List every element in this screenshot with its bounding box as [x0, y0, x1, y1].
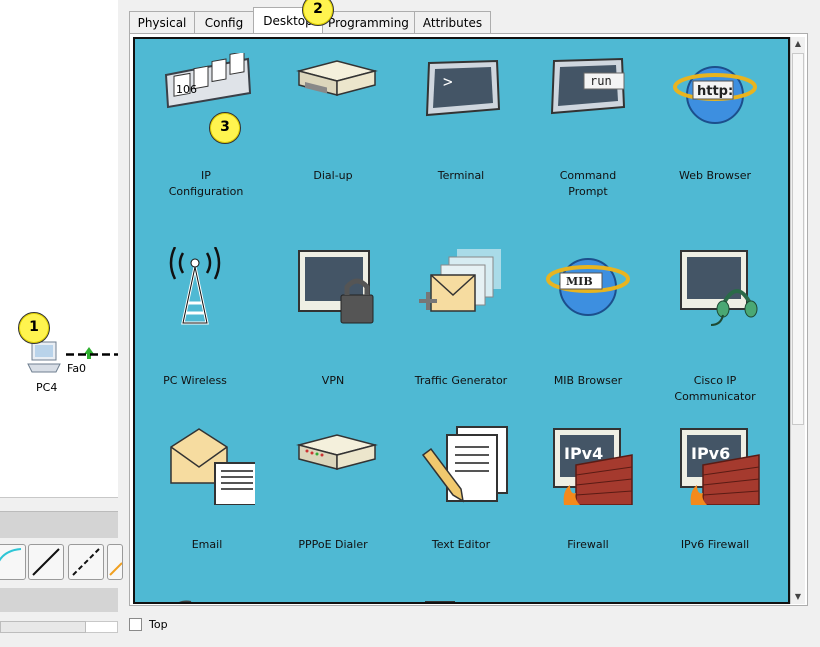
email-icon [170, 428, 260, 506]
pc-device-icon[interactable] [26, 340, 62, 374]
tab-programming[interactable]: Programming [322, 11, 415, 33]
top-checkbox-label: Top [149, 618, 168, 631]
svg-text:106: 106 [176, 83, 197, 96]
pppoe-dialer-icon [296, 434, 378, 470]
app-label: Terminal [437, 169, 485, 182]
partial-app-icon [179, 600, 192, 602]
tab-config[interactable]: Config [194, 11, 254, 33]
svg-text:IPv6: IPv6 [691, 444, 730, 463]
app-label: IP Configuration [168, 169, 244, 198]
app-label: MIB Browser [553, 374, 623, 387]
scroll-up-arrow[interactable]: ▲ [793, 39, 803, 49]
app-terminal[interactable]: > Terminal [401, 53, 521, 184]
app-label: PPPoE Dialer [298, 538, 368, 551]
svg-text:run: run [590, 74, 612, 88]
headset-icon [680, 250, 758, 326]
crossover-cable-tool[interactable] [68, 544, 104, 580]
curved-cable-icon [0, 548, 22, 562]
app-email[interactable]: Email [147, 425, 267, 553]
traffic-generator-icon [419, 249, 501, 312]
app-label: Dial-up [313, 169, 353, 182]
app-cisco-ip-communicator[interactable]: Cisco IP Communicator [655, 247, 775, 405]
app-ip-configuration[interactable]: 106 IP Configuration [146, 51, 266, 200]
fiber-cable-icon [109, 562, 123, 576]
svg-text:http:: http: [697, 84, 733, 99]
window-edge [810, 0, 820, 610]
svg-text:>: > [443, 72, 453, 91]
crossover-cable-icon [72, 548, 100, 576]
desktop-app-grid: 106 IP Configuration 3 Dial-up > Termina… [133, 37, 790, 604]
app-ipv6-firewall[interactable]: IPv6 IPv6 Firewall [655, 425, 775, 553]
app-traffic-generator[interactable]: Traffic Generator [401, 247, 521, 389]
wireless-tower-icon [169, 246, 221, 325]
step-badge-1: 1 [18, 312, 50, 344]
app-vpn[interactable]: VPN [273, 247, 393, 389]
bottom-bar [120, 610, 820, 647]
vertical-scroll-thumb[interactable] [792, 53, 804, 425]
svg-text:IPv4: IPv4 [564, 444, 603, 463]
app-pc-wireless[interactable]: PC Wireless [135, 246, 255, 389]
app-firewall[interactable]: IPv4 Firewall [528, 425, 648, 553]
device-label: PC4 [36, 381, 58, 394]
step-badge-3: 3 [209, 112, 241, 144]
modem-icon [296, 60, 378, 96]
app-label: Text Editor [431, 538, 491, 551]
network-link[interactable] [66, 353, 118, 356]
straight-cable-tool[interactable] [28, 544, 64, 580]
app-web-browser[interactable]: http: Web Browser [655, 53, 775, 184]
horizontal-scroll-thumb[interactable] [0, 621, 86, 633]
command-prompt-icon: run [550, 57, 626, 115]
top-checkbox[interactable] [129, 618, 142, 631]
app-command-prompt[interactable]: run Command Prompt [528, 53, 648, 200]
port-label: Fa0 [67, 362, 87, 375]
straight-cable-icon [32, 548, 60, 576]
terminal-icon: > [425, 59, 501, 117]
curved-cable-tool[interactable] [0, 544, 26, 580]
app-pppoe-dialer[interactable]: PPPoE Dialer [273, 425, 393, 553]
tab-attributes[interactable]: Attributes [414, 11, 491, 33]
text-editor-icon [421, 426, 508, 503]
ipv6-firewall-icon: IPv6 [680, 428, 760, 506]
firewall-icon: IPv4 [553, 428, 633, 506]
app-label: Command Prompt [559, 169, 617, 198]
app-label: Traffic Generator [414, 374, 508, 387]
web-browser-icon: http: [673, 66, 757, 124]
tab-physical[interactable]: Physical [129, 11, 195, 33]
desktop-vertical-scrollbar[interactable]: ▲ ▼ [790, 37, 805, 604]
logical-workspace[interactable] [0, 0, 118, 497]
workspace-divider [0, 497, 118, 512]
app-label: Email [191, 538, 223, 551]
mib-browser-icon: MIB [546, 258, 630, 316]
svg-text:MIB: MIB [566, 275, 593, 288]
partial-app-icon [425, 601, 455, 602]
app-label: VPN [321, 374, 345, 387]
app-label: IPv6 Firewall [680, 538, 750, 551]
fiber-cable-tool[interactable] [107, 544, 123, 580]
scroll-down-arrow[interactable]: ▼ [793, 592, 803, 602]
app-label: Cisco IP Communicator [674, 374, 756, 403]
app-text-editor[interactable]: Text Editor [401, 425, 521, 553]
vpn-lock-icon [298, 250, 374, 324]
app-label: Web Browser [678, 169, 752, 182]
app-label: PC Wireless [163, 374, 227, 387]
app-dial-up[interactable]: Dial-up [273, 53, 393, 184]
app-label: Firewall [567, 538, 609, 551]
app-mib-browser[interactable]: MIB MIB Browser [528, 247, 648, 389]
